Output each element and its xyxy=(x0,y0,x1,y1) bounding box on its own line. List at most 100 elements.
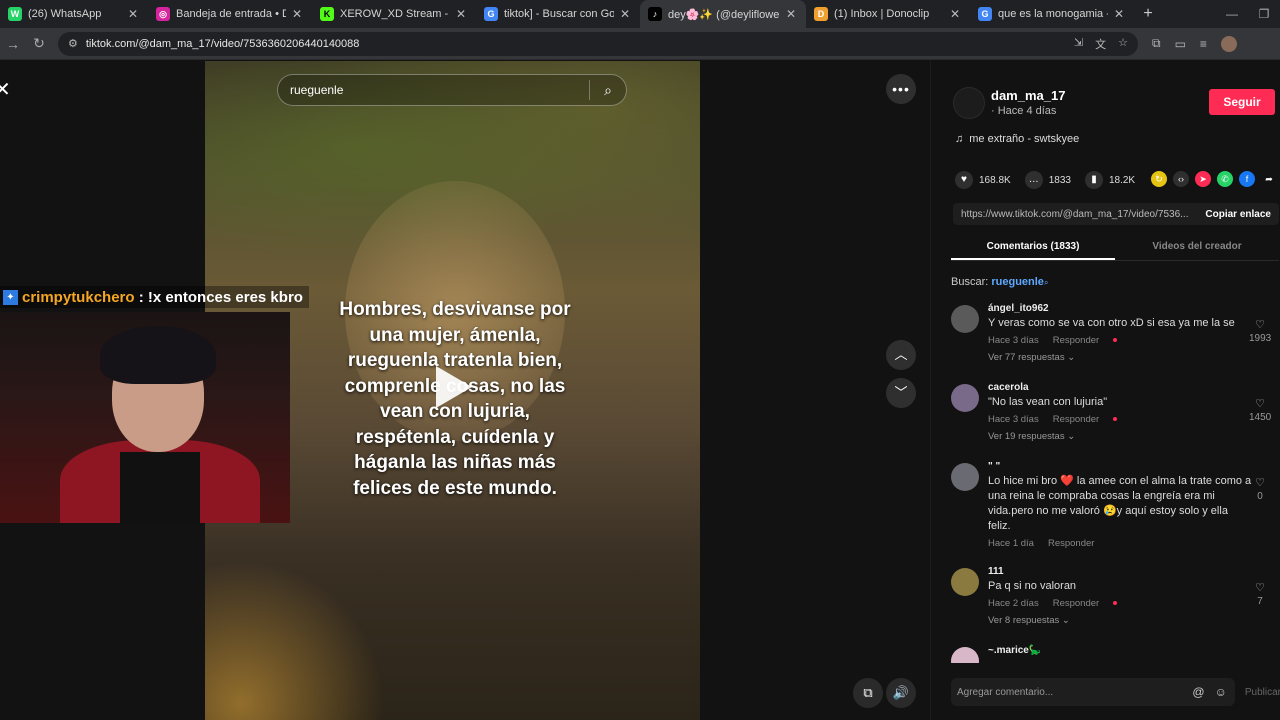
tab-donoclip[interactable]: D (1) Inbox | Donoclip ✕ xyxy=(806,0,970,28)
comment-username[interactable]: 111 xyxy=(988,566,1279,577)
maximize-icon[interactable]: ❐ xyxy=(1248,7,1280,21)
comment-meta: Hace 3 días Responder xyxy=(988,414,1279,425)
music-link[interactable]: ♫ me extraño - swtskyee xyxy=(955,133,1079,145)
comment-time: Hace 3 días xyxy=(988,414,1039,425)
comment-username[interactable]: " " xyxy=(988,461,1279,472)
profile-avatar[interactable] xyxy=(1220,35,1237,52)
embed-icon[interactable]: ‹› xyxy=(1173,171,1189,187)
creator-avatar[interactable] xyxy=(953,87,985,119)
forward-icon[interactable]: → xyxy=(0,36,26,52)
video-search-box[interactable]: rueguenle ⌕ xyxy=(277,74,627,106)
view-replies-button[interactable]: Ver 8 respuestas ⌄ xyxy=(988,615,1279,626)
comment-input[interactable]: Agregar comentario... @ ☺ xyxy=(951,678,1235,706)
comment-like[interactable]: ♡ 1993 xyxy=(1249,318,1271,344)
comment-like-count: 0 xyxy=(1257,491,1263,502)
close-icon[interactable]: ✕ xyxy=(784,7,798,21)
repost-icon[interactable]: ↻ xyxy=(1151,171,1167,187)
share-arrow-icon[interactable]: ➦ xyxy=(1261,171,1277,187)
reply-button[interactable]: Responder xyxy=(1053,598,1099,609)
follow-button[interactable]: Seguir xyxy=(1209,89,1275,115)
comment-count: 1833 xyxy=(1048,174,1071,186)
video-stage: rueguenle ⌕ Hombres, desvivanse por una … xyxy=(0,61,930,720)
comment-bubble-icon[interactable]: … xyxy=(1024,171,1043,189)
search-term-link[interactable]: rueguenle xyxy=(991,276,1044,288)
tab-comments[interactable]: Comentarios (1833) xyxy=(951,237,1115,260)
creator-name[interactable]: dam_ma_17 xyxy=(991,88,1065,103)
heart-outline-icon[interactable]: ♡ xyxy=(1255,398,1265,410)
emoji-icon[interactable]: ☺ xyxy=(1215,685,1227,699)
heart-outline-icon[interactable]: ♡ xyxy=(1255,582,1265,594)
comment-username[interactable]: cacerola xyxy=(988,382,1279,393)
sidebar-icon[interactable]: ▭ xyxy=(1175,37,1186,51)
reload-icon[interactable]: ↻ xyxy=(26,35,52,52)
comment-avatar[interactable] xyxy=(951,463,979,491)
close-icon[interactable]: ✕ xyxy=(618,7,632,21)
reply-button[interactable]: Responder xyxy=(1053,414,1099,425)
play-icon[interactable] xyxy=(436,366,472,408)
tab-instagram[interactable]: ◎ Bandeja de entrada • Direct ✕ xyxy=(148,0,312,28)
view-replies-button[interactable]: Ver 19 respuestas ⌄ xyxy=(988,431,1279,442)
close-icon[interactable]: ✕ xyxy=(454,7,468,21)
translate-icon[interactable]: 文 xyxy=(1095,36,1106,52)
comment-username[interactable]: ángel_ito962 xyxy=(988,303,1279,314)
next-video-icon[interactable]: ﹀ xyxy=(886,378,916,408)
comment-avatar[interactable] xyxy=(951,305,979,333)
more-options-icon[interactable]: ••• xyxy=(886,74,916,104)
copy-link-button[interactable]: Copiar enlace xyxy=(1197,209,1279,220)
caption-line: felices de este mundo. xyxy=(353,477,557,499)
address-bar[interactable]: ⚙ tiktok.com/@dam_ma_17/video/7536360206… xyxy=(58,31,1138,56)
donoclip-icon: D xyxy=(814,7,828,21)
minimize-icon[interactable]: — xyxy=(1216,7,1248,21)
tab-kick-stream[interactable]: K XEROW_XD Stream - Watch Liv ✕ xyxy=(312,0,476,28)
close-icon[interactable]: ✕ xyxy=(1112,7,1126,21)
panel-tabs: Comentarios (1833) Videos del creador xyxy=(951,237,1279,261)
url-text: tiktok.com/@dam_ma_17/video/753636020644… xyxy=(85,37,360,50)
tab-tiktok[interactable]: ♪ dey🌸✨ (@deyliflower) | Ti ✕ xyxy=(640,0,806,28)
bookmark-icon[interactable]: ▮ xyxy=(1084,171,1103,189)
comment-stat[interactable]: … 1833 xyxy=(1024,171,1071,189)
new-tab-button[interactable]: + xyxy=(1134,5,1162,23)
tab-whatsapp[interactable]: W (26) WhatsApp ✕ xyxy=(0,0,148,28)
previous-video-icon[interactable]: ︿ xyxy=(886,340,916,370)
search-icon[interactable]: ⌕ xyxy=(590,82,626,99)
whatsapp-share-icon[interactable]: ✆ xyxy=(1217,171,1233,187)
save-stat[interactable]: ▮ 18.2K xyxy=(1084,171,1135,189)
chat-text: : !x entonces eres kbro xyxy=(134,288,303,306)
tab-creator-videos[interactable]: Videos del creador xyxy=(1115,237,1279,260)
mention-icon[interactable]: @ xyxy=(1192,685,1204,699)
comment-composer: Agregar comentario... @ ☺ Publicar xyxy=(951,678,1280,706)
comment-avatar[interactable] xyxy=(951,568,979,596)
extensions-icon[interactable]: ⧉ xyxy=(1152,36,1161,51)
like-stat[interactable]: ♥ 168.8K xyxy=(955,171,1011,189)
media-icon[interactable]: ≡ xyxy=(1200,37,1207,51)
tab-google-tiktok[interactable]: G tiktok] - Buscar con Google ✕ xyxy=(476,0,640,28)
google-icon: G xyxy=(484,7,498,21)
close-video-icon[interactable]: ✕ xyxy=(0,77,18,101)
publish-button[interactable]: Publicar xyxy=(1245,687,1280,698)
heart-outline-icon[interactable]: ♡ xyxy=(1255,477,1265,489)
comment-like[interactable]: ♡ 7 xyxy=(1249,581,1271,607)
facebook-icon[interactable]: f xyxy=(1239,171,1255,187)
bookmark-star-icon[interactable]: ☆ xyxy=(1118,36,1128,52)
reply-button[interactable]: Responder xyxy=(1048,538,1094,549)
site-info-icon[interactable]: ⚙ xyxy=(68,37,78,50)
volume-icon[interactable]: 🔊 xyxy=(886,678,916,708)
tab-google-monogamia[interactable]: G que es la monogamia - Buscar ✕ xyxy=(970,0,1134,28)
close-icon[interactable]: ✕ xyxy=(126,7,140,21)
heart-outline-icon[interactable]: ♡ xyxy=(1255,319,1265,331)
caption-line: una mujer, ámenla, xyxy=(369,324,541,346)
comment-avatar[interactable] xyxy=(951,647,979,663)
close-icon[interactable]: ✕ xyxy=(948,7,962,21)
search-icon: ⌕ xyxy=(1043,278,1049,287)
close-icon[interactable]: ✕ xyxy=(290,7,304,21)
view-replies-button[interactable]: Ver 77 respuestas ⌄ xyxy=(988,352,1279,363)
heart-icon[interactable]: ♥ xyxy=(955,171,973,189)
comment-like[interactable]: ♡ 1450 xyxy=(1249,397,1271,423)
send-icon[interactable]: ➤ xyxy=(1195,171,1211,187)
comment-username[interactable]: ~.marice🦕 xyxy=(988,645,1279,656)
install-icon[interactable]: ⇲ xyxy=(1074,36,1083,52)
reply-button[interactable]: Responder xyxy=(1053,335,1099,346)
comment-avatar[interactable] xyxy=(951,384,979,412)
floating-player-icon[interactable]: ⧉ xyxy=(853,678,883,708)
comment-like[interactable]: ♡ 0 xyxy=(1249,476,1271,502)
